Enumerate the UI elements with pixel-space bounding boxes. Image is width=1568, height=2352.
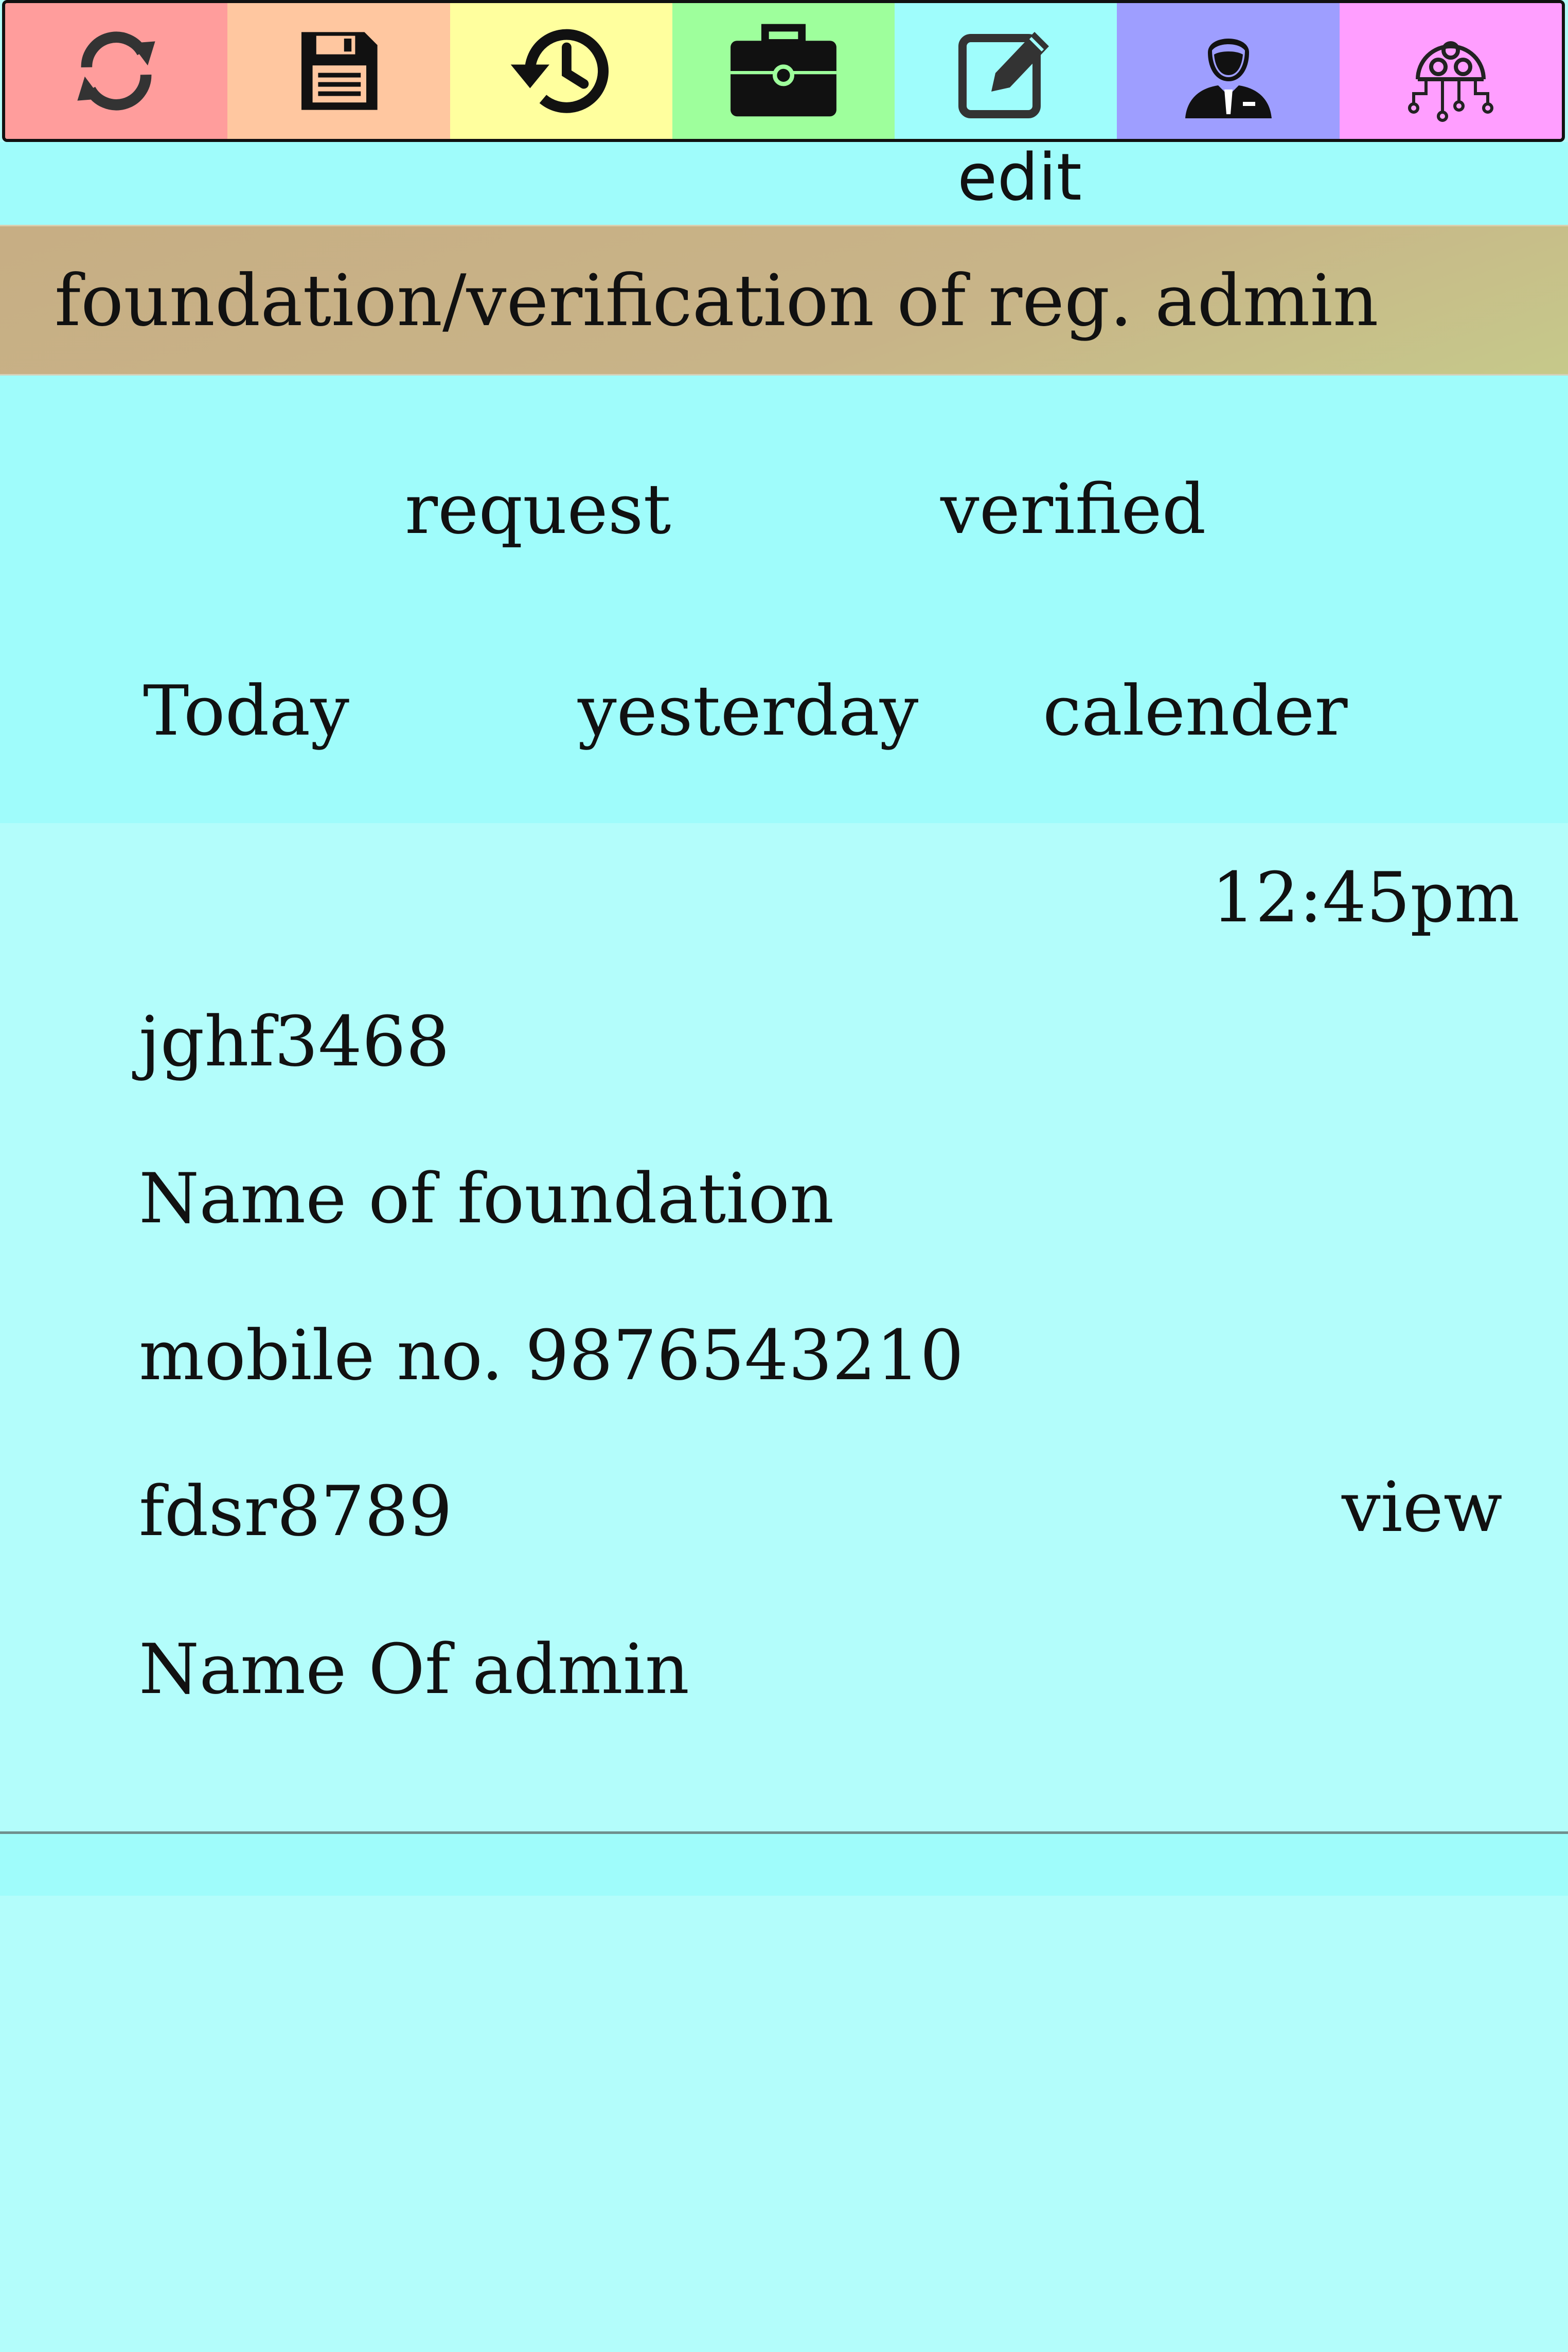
page-title-bar: foundation/verification of reg. admin [0, 225, 1568, 376]
list-item: 12:45pm jghf3468 Name of foundation mobi… [0, 823, 1568, 2346]
briefcase-button[interactable] [672, 3, 895, 139]
network-settings-button[interactable] [1339, 3, 1562, 139]
top-toolbar [2, 0, 1565, 142]
active-tool-label: edit [957, 139, 1082, 215]
admin-user-icon [1185, 39, 1272, 118]
admin-id: fdsr8789 [139, 1471, 453, 1552]
history-button[interactable] [450, 3, 672, 139]
admin-profile-button[interactable] [1117, 3, 1340, 139]
save-button[interactable] [227, 3, 450, 139]
admin-name: Name Of admin [139, 1629, 690, 1709]
page-title: foundation/verification of reg. admin [55, 259, 1379, 342]
record-time: 12:45pm [1211, 858, 1520, 938]
foundation-id: jghf3468 [139, 1002, 450, 1082]
view-button[interactable]: view [1342, 1466, 1503, 1548]
filter-today[interactable]: Today [143, 670, 349, 752]
tab-verified[interactable]: verified [940, 468, 1206, 550]
refresh-button[interactable] [5, 3, 228, 139]
filter-panel: request verified Today yesterday calende… [0, 376, 1568, 823]
history-icon [510, 29, 609, 113]
mobile-number: mobile no. 9876543210 [139, 1315, 964, 1396]
filter-calendar[interactable]: calender [1043, 670, 1348, 752]
filter-yesterday[interactable]: yesterday [578, 670, 918, 752]
briefcase-icon [730, 24, 836, 117]
toolbar-label-band [0, 142, 1568, 225]
edit-button[interactable] [895, 3, 1117, 139]
network-settings-icon [1407, 41, 1493, 122]
tab-request[interactable]: request [405, 468, 671, 550]
edit-icon [958, 32, 1049, 118]
foundation-name: Name of foundation [139, 1159, 834, 1239]
refresh-icon [77, 31, 155, 111]
save-icon [301, 32, 378, 110]
footer-band [0, 1834, 1568, 1896]
